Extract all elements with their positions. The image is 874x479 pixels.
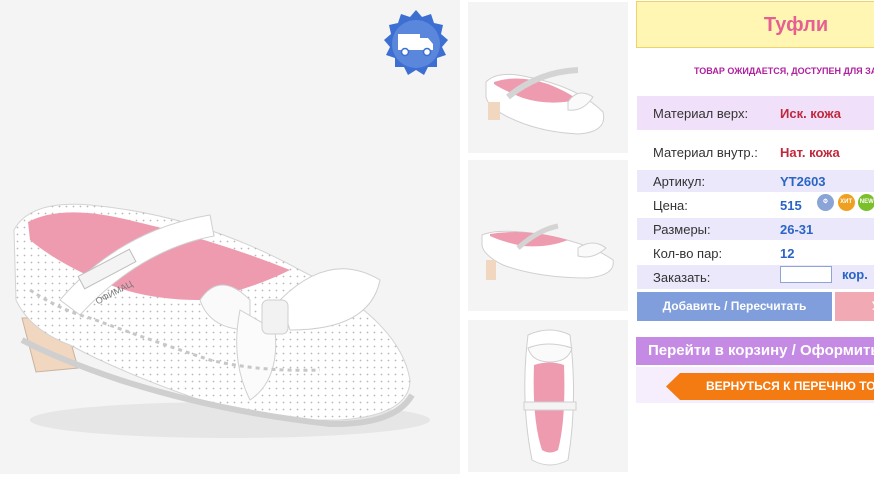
order-unit: кор. <box>842 267 868 282</box>
new-badge-icon: NEW <box>858 194 874 212</box>
spec-label: Размеры: <box>653 222 711 237</box>
product-title: Туфли <box>763 14 829 36</box>
go-to-cart-button[interactable]: Перейти в корзину / Оформить заказ <box>636 337 874 365</box>
thumbnail-side-view[interactable] <box>468 2 628 153</box>
product-title-box: Туфли <box>636 1 874 48</box>
spec-value: 12 <box>780 246 795 261</box>
hit-badge-icon: ХИТ <box>837 194 855 212</box>
spec-row-order: Заказать: кор. <box>637 265 874 289</box>
spec-label: Заказать: <box>653 270 711 285</box>
spec-value: 26-31 <box>780 222 814 237</box>
price-badges: ⚙ ХИТ NEW <box>817 194 874 212</box>
shoe-thumb-illustration <box>485 67 605 135</box>
order-quantity-input[interactable] <box>780 266 832 283</box>
secondary-action-button[interactable]: У <box>835 292 874 321</box>
availability-notice: ТОВАР ОЖИДАЕТСЯ, ДОСТУПЕН ДЛЯ ЗАКАЗА <box>694 66 874 76</box>
spec-row-article: Артикул: YT2603 <box>637 170 874 192</box>
spec-label: Кол-во пар: <box>653 246 723 261</box>
delivery-badge <box>380 8 452 80</box>
shoe-thumb-illustration <box>523 329 577 466</box>
spec-row-material-top: Материал верх: Иск. кожа <box>637 96 874 130</box>
gear-badge-icon: ⚙ <box>817 194 834 212</box>
spec-value: YT2603 <box>780 174 826 189</box>
thumbnail-profile-view[interactable] <box>468 160 628 311</box>
spec-label: Материал внутр.: <box>653 145 758 160</box>
spec-label: Артикул: <box>653 174 706 189</box>
price-value: 515 <box>780 198 802 213</box>
spec-row-sizes: Размеры: 26-31 <box>637 218 874 240</box>
add-recalculate-button[interactable]: Добавить / Пересчитать <box>637 292 832 321</box>
thumbnail-top-view[interactable] <box>468 320 628 472</box>
spec-row-pairs: Кол-во пар: 12 <box>637 242 874 264</box>
truck-icon <box>384 10 448 75</box>
spec-value: Иск. кожа <box>780 106 842 121</box>
spec-row-material-inner: Материал внутр.: Нат. кожа <box>637 137 874 167</box>
spec-row-price: Цена: 515 ⚙ ХИТ NEW <box>637 194 874 216</box>
spec-label: Цена: <box>653 198 688 213</box>
spec-label: Материал верх: <box>653 106 749 121</box>
spec-value: Нат. кожа <box>780 145 840 160</box>
back-to-list-button[interactable]: ВЕРНУТЬСЯ К ПЕРЕЧНЮ ТОВАРОВ <box>666 373 874 400</box>
shoe-thumb-illustration <box>481 223 614 280</box>
